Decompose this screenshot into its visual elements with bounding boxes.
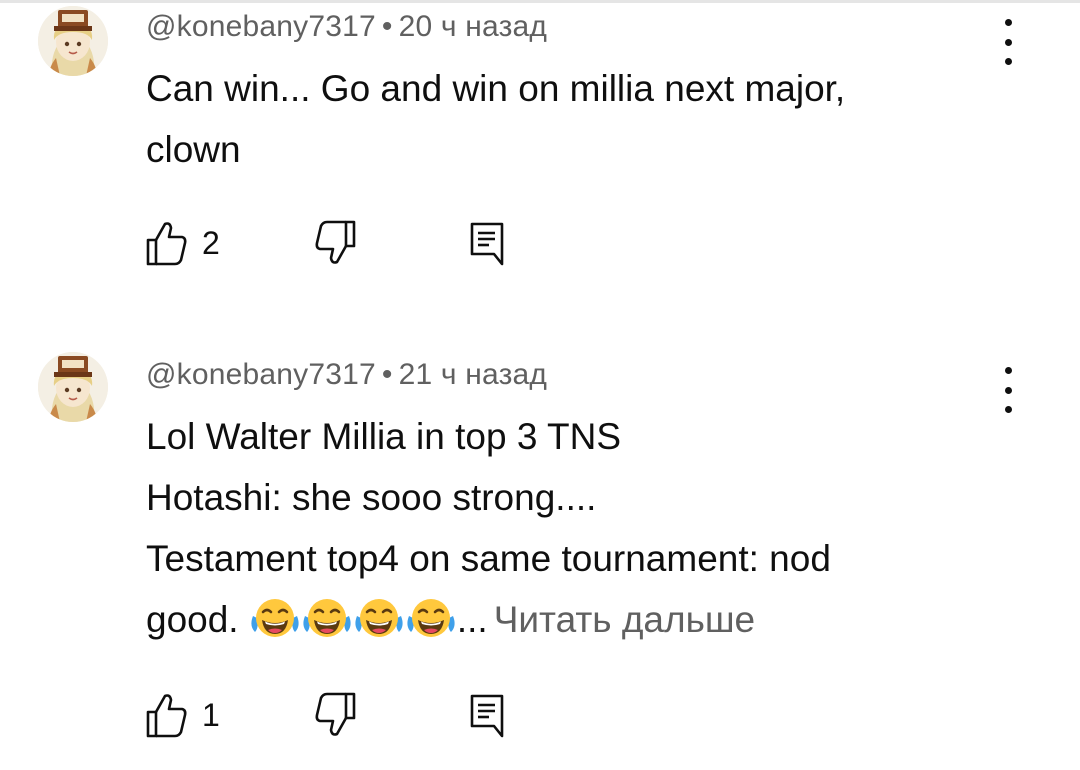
emoji-group: [249, 599, 457, 640]
thumb-up-icon: [146, 694, 187, 738]
comment-line-text: good.: [146, 599, 239, 640]
comment-line: clown: [146, 129, 241, 170]
reply-button[interactable]: [468, 690, 508, 740]
comment-reply-icon: [470, 694, 504, 738]
more-vert-icon[interactable]: [992, 367, 1024, 413]
comment-meta: @konebany7317 • 21 ч назад: [146, 358, 547, 392]
thumb-up-icon: [146, 222, 187, 266]
comment-actions: 2: [146, 218, 546, 268]
comment-text: Lol Walter Millia in top 3 TNS Hotashi: …: [146, 406, 966, 650]
tears-of-joy-emoji: [355, 599, 403, 637]
meta-separator: •: [381, 358, 393, 391]
dislike-button[interactable]: [314, 218, 356, 268]
like-count: 2: [202, 224, 220, 261]
comment-actions: 1: [146, 690, 546, 740]
tears-of-joy-emoji: [407, 599, 455, 637]
read-more-link[interactable]: Читать дальше: [494, 599, 755, 640]
comment-time[interactable]: 20 ч назад: [399, 10, 548, 43]
ellipsis: ...: [456, 599, 488, 640]
dislike-button[interactable]: [314, 690, 356, 740]
author-avatar[interactable]: [38, 352, 108, 422]
like-button[interactable]: 1: [146, 690, 220, 740]
like-button[interactable]: 2: [146, 218, 220, 268]
comment-line: Hotashi: she sooo strong....: [146, 477, 597, 518]
comment-line: Testament top4 on same tournament: nod: [146, 538, 831, 579]
comment-meta: @konebany7317 • 20 ч назад: [146, 10, 547, 44]
meta-separator: •: [381, 10, 393, 43]
more-vert-icon[interactable]: [992, 19, 1024, 65]
tears-of-joy-emoji: [303, 599, 351, 637]
comment-text: Can win... Go and win on millia next maj…: [146, 58, 966, 180]
author-name[interactable]: @konebany7317: [146, 10, 376, 43]
thumb-down-icon: [315, 692, 356, 736]
like-count: 1: [202, 696, 220, 733]
author-name[interactable]: @konebany7317: [146, 358, 376, 391]
top-divider: [0, 0, 1080, 3]
tears-of-joy-emoji: [251, 599, 299, 637]
comment-line: Lol Walter Millia in top 3 TNS: [146, 416, 622, 457]
comment-reply-icon: [470, 222, 504, 266]
comment-last-line: good. ... Читать дальше: [146, 589, 966, 650]
reply-button[interactable]: [468, 218, 508, 268]
comment-line: Can win... Go and win on millia next maj…: [146, 68, 846, 109]
thumb-down-icon: [315, 220, 356, 264]
comment-time[interactable]: 21 ч назад: [399, 358, 548, 391]
author-avatar[interactable]: [38, 6, 108, 76]
